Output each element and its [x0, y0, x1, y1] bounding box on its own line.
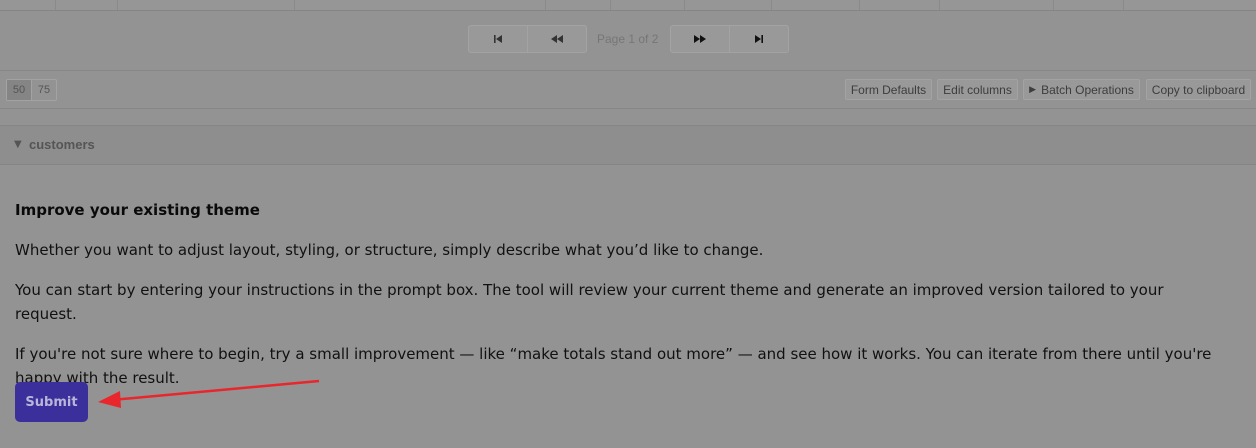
section-title: customers: [29, 137, 95, 152]
table-column-divider: [117, 0, 118, 10]
instructions-paragraph: You can start by entering your instructi…: [15, 281, 1164, 323]
collapse-triangle-icon: ▼: [14, 139, 22, 150]
table-column-divider: [939, 0, 940, 10]
table-column-divider: [545, 0, 546, 10]
copy-to-clipboard-button[interactable]: Copy to clipboard: [1146, 79, 1251, 100]
per-page-selector: 50 75: [6, 79, 57, 101]
next-page-button[interactable]: [671, 26, 729, 52]
table-header-strip: [0, 0, 1256, 11]
customers-section-header[interactable]: ▼ customers: [0, 125, 1256, 165]
previous-page-icon: [550, 35, 563, 43]
table-column-divider: [294, 0, 295, 10]
per-page-option-75[interactable]: 75: [32, 80, 56, 100]
next-page-icon: [694, 35, 706, 43]
theme-improvement-panel: Improve your existing theme Whether you …: [15, 200, 1230, 390]
last-page-icon: [754, 35, 763, 43]
edit-columns-button[interactable]: Edit columns: [937, 79, 1018, 100]
table-column-divider: [684, 0, 685, 10]
expand-triangle-icon: ▶: [1029, 84, 1037, 94]
intro-paragraph: Whether you want to adjust layout, styli…: [15, 241, 764, 259]
first-page-icon: [494, 35, 502, 43]
table-column-divider: [55, 0, 56, 10]
table-column-divider: [859, 0, 860, 10]
last-page-button[interactable]: [729, 26, 787, 52]
batch-operations-label: Batch Operations: [1041, 82, 1134, 97]
table-column-divider: [771, 0, 772, 10]
table-column-divider: [610, 0, 611, 10]
form-defaults-button[interactable]: Form Defaults: [845, 79, 932, 100]
batch-operations-button[interactable]: ▶ Batch Operations: [1023, 79, 1140, 100]
table-column-divider: [1053, 0, 1054, 10]
page-info: Page 1 of 2: [597, 32, 659, 46]
previous-page-button[interactable]: [527, 26, 585, 52]
divider: [0, 70, 1256, 71]
divider: [0, 108, 1256, 109]
submit-button[interactable]: Submit: [15, 382, 88, 422]
table-column-divider: [1123, 0, 1124, 10]
pager-forward-group: [670, 25, 789, 53]
pager-back-group: [468, 25, 587, 53]
panel-heading: Improve your existing theme: [15, 201, 260, 219]
tips-paragraph: If you're not sure where to begin, try a…: [15, 345, 1212, 387]
first-page-button[interactable]: [469, 26, 527, 52]
per-page-option-50[interactable]: 50: [7, 80, 32, 100]
